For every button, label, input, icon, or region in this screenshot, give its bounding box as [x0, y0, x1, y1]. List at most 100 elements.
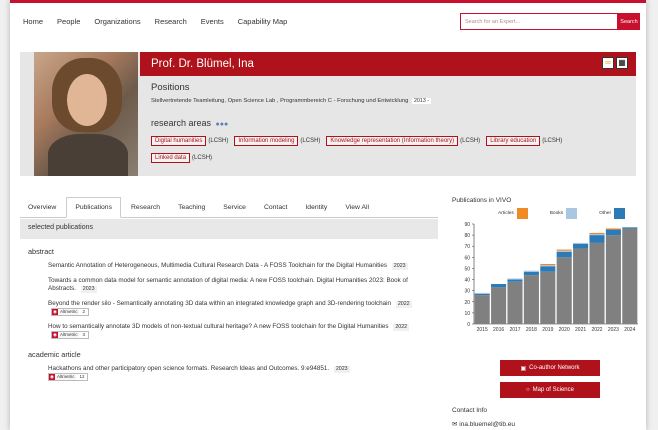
- tab-contact[interactable]: Contact: [256, 204, 295, 217]
- bar-segment-articles-2020: [556, 249, 572, 251]
- bar-segment-articles-2019: [540, 264, 556, 266]
- bar-segment-books-2021: [573, 242, 589, 244]
- bar-segment-books-2019: [540, 265, 556, 267]
- bar-segment-articles-2022: [589, 232, 605, 234]
- nav-research[interactable]: Research: [155, 17, 187, 26]
- x-tick-label: 2016: [493, 327, 504, 333]
- publication-title[interactable]: Towards a common data model for semantic…: [48, 277, 408, 293]
- tab-publications[interactable]: Publications: [66, 197, 121, 218]
- map-of-science-button[interactable]: ○ Map of Science: [500, 382, 600, 398]
- position-description: Stellvertretende Teamleitung, Open Scien…: [151, 98, 409, 104]
- selected-publications-heading: selected publications: [20, 219, 438, 239]
- coauthor-network-button[interactable]: ▣ Co-author Network: [500, 360, 600, 376]
- y-tick-label: 90: [464, 222, 470, 228]
- bar-segment-other-2023: [605, 229, 621, 236]
- altmetric-score: 3: [82, 332, 85, 337]
- publication-title[interactable]: Hackathons and other participatory open …: [48, 365, 329, 372]
- research-area-tags: Digital humanities (LCSH) Information mo…: [151, 136, 621, 163]
- tab-research[interactable]: Research: [123, 204, 168, 217]
- link-icon[interactable]: ∞: [602, 57, 614, 69]
- bar-segment-other-2016: [491, 284, 507, 288]
- research-area-item: Digital humanities (LCSH): [151, 136, 228, 146]
- x-tick-label: 2023: [608, 327, 619, 333]
- chart-legend: Articles Books Other: [498, 208, 626, 219]
- nav-organizations[interactable]: Organizations: [94, 17, 140, 26]
- bar-segment-other-2018: [523, 271, 539, 276]
- y-tick-label: 80: [464, 233, 470, 239]
- positions-text: Stellvertretende Teamleitung, Open Scien…: [151, 98, 432, 104]
- research-area-link[interactable]: Information modeling: [234, 136, 299, 146]
- publication-year: 2022: [395, 300, 412, 308]
- tab-identity[interactable]: Identity: [297, 204, 335, 217]
- legend-swatch-articles: [516, 208, 528, 219]
- y-tick-label: 50: [464, 266, 470, 272]
- x-tick-label: 2022: [591, 327, 602, 333]
- map-of-science-label: Map of Science: [532, 387, 574, 393]
- tab-service[interactable]: Service: [215, 204, 254, 217]
- altmetric-label: Altmetric: [57, 332, 80, 339]
- tab-view-all[interactable]: View All: [337, 204, 377, 217]
- bar-base-2024: [622, 228, 638, 324]
- research-area-link[interactable]: Library education: [486, 136, 541, 146]
- research-area-link[interactable]: Digital humanities: [151, 136, 207, 146]
- bar-segment-other-2019: [540, 266, 556, 272]
- publication-year: 2023: [80, 286, 97, 294]
- bar-base-2017: [507, 281, 523, 324]
- x-tick-label: 2024: [624, 327, 635, 333]
- search-input[interactable]: [460, 13, 618, 30]
- email-link[interactable]: ina.bluemel@tib.eu: [459, 421, 515, 428]
- people-icon[interactable]: ●●●: [216, 121, 229, 128]
- research-area-item: Knowledge representation (Information th…: [326, 136, 480, 146]
- nav-events[interactable]: Events: [201, 17, 224, 26]
- publication-year: 2023: [333, 365, 350, 373]
- nav-capability-map[interactable]: Capability Map: [238, 17, 288, 26]
- bar-segment-other-2022: [589, 235, 605, 243]
- publications-chart: 0 10 20 30 40 50 60 70 80 90 2015 2016 2017 2018 2019 2…: [464, 222, 638, 333]
- publication-item: How to semantically annotate 3D models o…: [48, 323, 416, 340]
- legend-label-articles: Articles: [498, 211, 514, 216]
- nav-home[interactable]: Home: [23, 17, 43, 26]
- publication-year: 2022: [393, 323, 410, 331]
- bar-segment-articles-2023: [605, 228, 621, 230]
- bar-segment-books-2015: [474, 292, 490, 294]
- altmetric-badge[interactable]: ◉ Altmetric 2: [51, 308, 89, 317]
- publication-year: 2023: [391, 263, 408, 271]
- bar-base-2022: [589, 242, 605, 324]
- research-area-item: Library education (LCSH): [486, 136, 562, 146]
- x-tick-label: 2018: [526, 327, 537, 333]
- altmetric-label: Altmetric: [54, 374, 77, 381]
- altmetric-badge[interactable]: ◉ Altmetric 12: [48, 373, 89, 382]
- publication-title[interactable]: Beyond the render silo - Semantically an…: [48, 300, 391, 307]
- bar-segment-other-2024: [622, 227, 638, 229]
- positions-heading: Positions: [151, 82, 190, 93]
- chart-title: Publications in VIVO: [452, 197, 512, 204]
- legend-swatch-books: [566, 208, 578, 219]
- publication-title[interactable]: Semantic Annotation of Heterogeneous, Mu…: [48, 262, 387, 269]
- network-icon: ▣: [520, 365, 527, 372]
- envelope-icon: ✉: [452, 421, 458, 428]
- tab-overview[interactable]: Overview: [20, 204, 64, 217]
- article-group: academic article Hackathons and other pa…: [20, 350, 438, 382]
- publication-item: Hackathons and other participatory open …: [48, 365, 416, 382]
- contact-email: ✉ ina.bluemel@tib.eu: [452, 420, 515, 428]
- publication-item: Towards a common data model for semantic…: [48, 277, 416, 294]
- altmetric-score: 2: [82, 309, 85, 314]
- profile-tabs: Overview Publications Research Teaching …: [20, 196, 438, 218]
- nav-people[interactable]: People: [57, 17, 80, 26]
- tab-teaching[interactable]: Teaching: [170, 204, 213, 217]
- research-area-source: (LCSH): [208, 138, 229, 144]
- page-frame: Home People Organizations Research Event…: [10, 0, 646, 430]
- research-area-link[interactable]: Linked data: [151, 153, 191, 163]
- altmetric-score: 12: [79, 374, 85, 379]
- top-nav: Home People Organizations Research Event…: [10, 0, 646, 40]
- publication-title[interactable]: How to semantically annotate 3D models o…: [48, 323, 389, 330]
- research-area-link[interactable]: Knowledge representation (Information th…: [326, 136, 459, 146]
- globe-icon: ○: [526, 387, 530, 393]
- research-area-item: Linked data (LCSH): [151, 153, 212, 163]
- research-area-source: (LCSH): [192, 155, 213, 161]
- search-button[interactable]: Search: [618, 13, 640, 30]
- x-tick-label: 2020: [559, 327, 570, 333]
- altmetric-badge[interactable]: ◉ Altmetric 3: [51, 331, 89, 340]
- qr-code-icon[interactable]: ▦: [616, 57, 628, 69]
- bar-base-2021: [573, 248, 589, 324]
